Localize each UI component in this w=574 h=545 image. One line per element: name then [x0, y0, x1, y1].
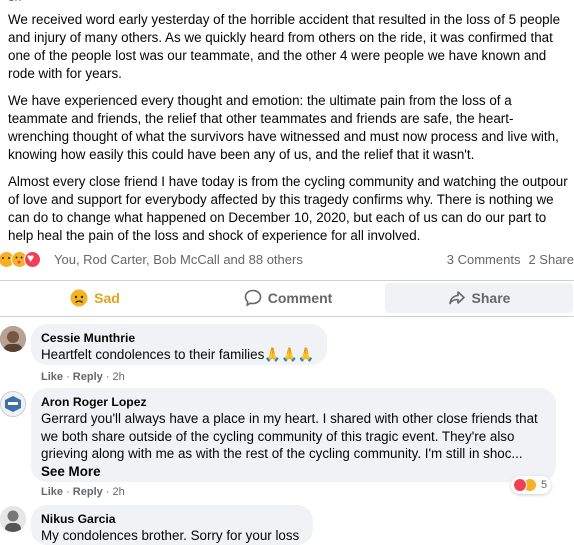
commenter-name[interactable]: Nikus Garcia [41, 511, 303, 527]
reaction-stats-bar: You, Rod Carter, Bob McCall and 88 other… [0, 249, 574, 271]
sad-reaction-button[interactable]: Sad [0, 283, 190, 313]
post-timestamp[interactable]: 3h [8, 0, 21, 4]
reactors-summary[interactable]: You, Rod Carter, Bob McCall and 88 other… [54, 252, 303, 267]
engagement-counts: 3 Comments 2 Share [439, 252, 574, 267]
commenter-name[interactable]: Aron Roger Lopez [41, 394, 546, 410]
share-button[interactable]: Share [385, 283, 573, 313]
comment-bubble-icon [244, 289, 262, 307]
see-more-link[interactable]: See More [41, 463, 546, 481]
comment-text: My condolences brother. Sorry for your l… [41, 528, 300, 543]
post-paragraph: We have experienced every thought and em… [8, 93, 559, 162]
comment-time[interactable]: 2h [113, 371, 125, 383]
post-paragraph: We received word early yesterday of the … [8, 12, 561, 81]
post-action-bar: Sad Comment Share [0, 283, 574, 313]
comment-text: Gerrard you'll always have a place in my… [41, 411, 538, 461]
comment-meta: Like · Reply · 2h [41, 371, 125, 383]
comment-label: Comment [267, 290, 333, 306]
share-label: Share [471, 290, 511, 306]
comment-bubble: Aron Roger Lopez Gerrard you'll always h… [31, 388, 556, 482]
comment-bubble: Cessie Munthrie Heartfelt condolences to… [31, 324, 327, 365]
comment-text: Heartfelt condolences to their families🙏… [41, 347, 315, 362]
reply-link[interactable]: Reply [73, 371, 103, 383]
commenter-name[interactable]: Cessie Munthrie [41, 330, 317, 346]
post-body: We received word early yesterday of the … [8, 11, 574, 254]
post-paragraph: Almost every close friend I have today i… [8, 174, 568, 243]
share-arrow-icon [448, 289, 466, 307]
divider [0, 280, 574, 281]
reaction-count: 5 [541, 479, 548, 491]
comments-count[interactable]: 3 Comments [447, 252, 521, 267]
avatar[interactable] [0, 391, 26, 417]
comment-meta: Like · Reply · 2h [41, 486, 125, 498]
comment-button[interactable]: Comment [193, 283, 383, 313]
love-reaction-icon [513, 478, 527, 492]
comment-time[interactable]: 2h [113, 486, 125, 498]
like-link[interactable]: Like [41, 371, 63, 383]
comment-bubble: Nikus Garcia My condolences brother. Sor… [31, 505, 313, 545]
divider [0, 316, 574, 317]
shares-count[interactable]: 2 Share [528, 252, 574, 267]
reply-link[interactable]: Reply [73, 486, 103, 498]
avatar[interactable] [0, 506, 26, 532]
avatar[interactable] [0, 326, 26, 352]
sad-face-icon [70, 289, 88, 307]
like-link[interactable]: Like [41, 486, 63, 498]
sad-reaction-label: Sad [94, 290, 120, 306]
love-reaction-icon [24, 251, 41, 268]
comment-reactions[interactable]: 5 [511, 476, 552, 494]
